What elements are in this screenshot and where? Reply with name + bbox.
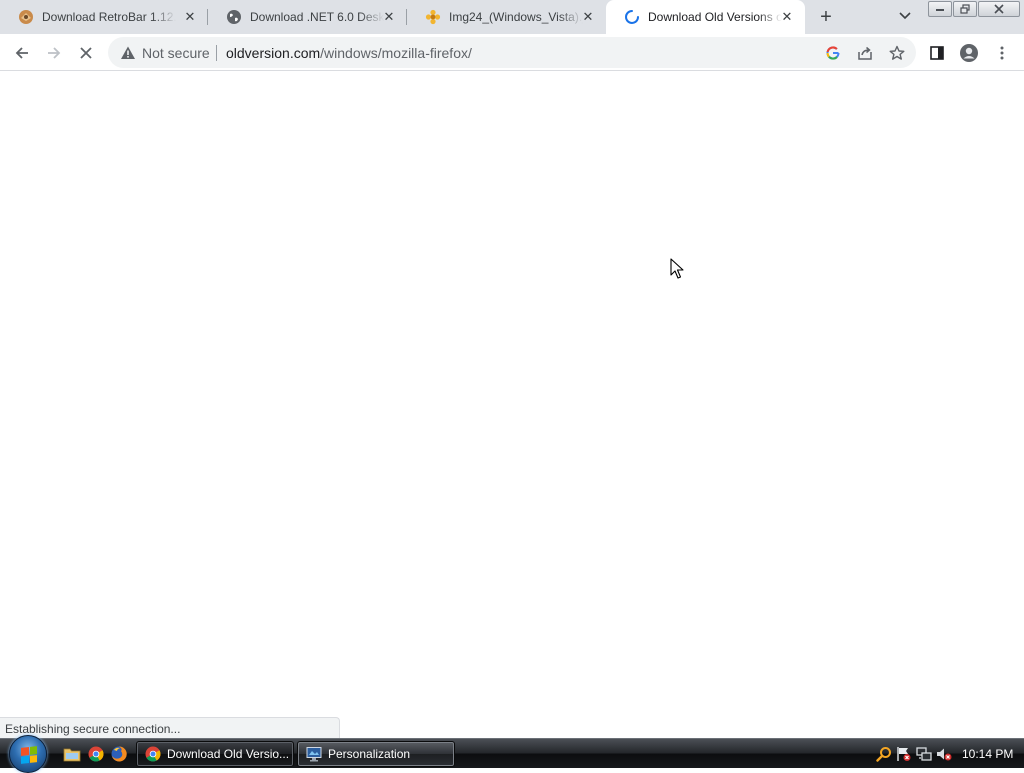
globe-icon <box>226 9 242 25</box>
close-icon[interactable]: ✕ <box>779 9 795 25</box>
tab-oldversion[interactable]: Download Old Versions of ✕ <box>606 0 805 34</box>
url-text[interactable]: oldversion.com/windows/mozilla-firefox/ <box>226 45 472 61</box>
taskbar-item-chrome[interactable]: Download Old Versio... <box>136 741 294 767</box>
close-window-button[interactable] <box>978 1 1020 17</box>
firefox-icon <box>111 746 127 762</box>
tab-retrobar[interactable]: Download RetroBar 1.12.2 ✕ <box>0 0 208 34</box>
warning-icon[interactable] <box>120 45 136 61</box>
taskbar-item-personalization[interactable]: Personalization <box>297 741 455 767</box>
tab-title: Download .NET 6.0 Desktop <box>250 10 384 24</box>
restore-button[interactable] <box>953 1 977 17</box>
forward-button[interactable] <box>41 40 67 66</box>
tab-search-chevron-icon[interactable] <box>895 6 915 26</box>
status-bubble: Establishing secure connection... <box>0 717 340 738</box>
tab-title: Download RetroBar 1.12.2 <box>42 10 176 24</box>
start-button[interactable] <box>9 735 47 773</box>
close-icon[interactable]: ✕ <box>381 9 397 25</box>
address-bar[interactable]: Not secure oldversion.com/windows/mozill… <box>108 37 916 68</box>
tab-title: Img24_(Windows_Vista).jpg <box>449 10 583 24</box>
back-arrow-icon <box>15 47 28 59</box>
browser-toolbar: Not secure oldversion.com/windows/mozill… <box>0 34 1024 71</box>
close-icon[interactable]: ✕ <box>580 9 596 25</box>
action-center-flag-icon[interactable] <box>896 746 912 762</box>
omnibox-divider <box>216 45 217 61</box>
mouse-cursor-icon <box>670 258 684 280</box>
window-controls <box>928 1 1021 17</box>
tab-vista-image[interactable]: Img24_(Windows_Vista).jpg ✕ <box>407 0 606 34</box>
volume-muted-icon[interactable] <box>936 746 952 762</box>
taskbar-item-label: Personalization <box>328 747 411 761</box>
minimize-button[interactable] <box>928 1 952 17</box>
windows-logo-icon <box>21 746 37 764</box>
new-tab-button[interactable]: + <box>814 5 838 29</box>
profile-avatar-icon <box>960 44 978 62</box>
url-path: /windows/mozilla-firefox/ <box>320 45 472 61</box>
network-icon[interactable] <box>916 746 932 762</box>
stop-loading-button[interactable] <box>73 40 99 66</box>
quicklaunch-explorer[interactable] <box>63 745 81 763</box>
side-panel-button[interactable] <box>924 40 950 66</box>
close-icon[interactable]: ✕ <box>182 9 198 25</box>
chrome-icon <box>88 746 104 762</box>
search-icon[interactable] <box>876 746 892 762</box>
tab-dotnet[interactable]: Download .NET 6.0 Desktop ✕ <box>208 0 407 34</box>
chrome-menu-button[interactable] <box>989 40 1015 66</box>
back-button[interactable] <box>9 40 35 66</box>
stop-icon <box>80 47 92 59</box>
bookmark-star-icon[interactable] <box>887 43 907 63</box>
loading-spinner-icon <box>624 9 640 25</box>
quicklaunch-firefox[interactable] <box>110 745 128 763</box>
folder-icon <box>63 748 81 762</box>
flower-image-icon <box>425 9 441 25</box>
taskbar-clock[interactable]: 10:14 PM <box>962 747 1013 761</box>
share-icon[interactable] <box>855 43 875 63</box>
forward-arrow-icon <box>48 47 61 59</box>
quicklaunch-chrome[interactable] <box>87 745 105 763</box>
taskbar-item-label: Download Old Versio... <box>167 747 290 761</box>
tab-title: Download Old Versions of <box>648 10 782 24</box>
url-host: oldversion.com <box>226 45 321 61</box>
google-translate-icon[interactable] <box>823 43 843 63</box>
more-vert-icon <box>1000 46 1004 60</box>
retrobar-icon <box>18 9 34 25</box>
side-panel-icon <box>930 46 944 60</box>
monitor-icon <box>306 746 322 762</box>
chrome-icon <box>145 746 161 762</box>
page-content-area <box>0 72 1024 738</box>
profile-button[interactable] <box>956 40 982 66</box>
taskbar: Download Old Versio... Personalization 1… <box>0 735 1024 773</box>
security-status-label[interactable]: Not secure <box>142 45 210 61</box>
tab-strip: Download RetroBar 1.12.2 ✕ Download .NET… <box>0 0 1024 34</box>
